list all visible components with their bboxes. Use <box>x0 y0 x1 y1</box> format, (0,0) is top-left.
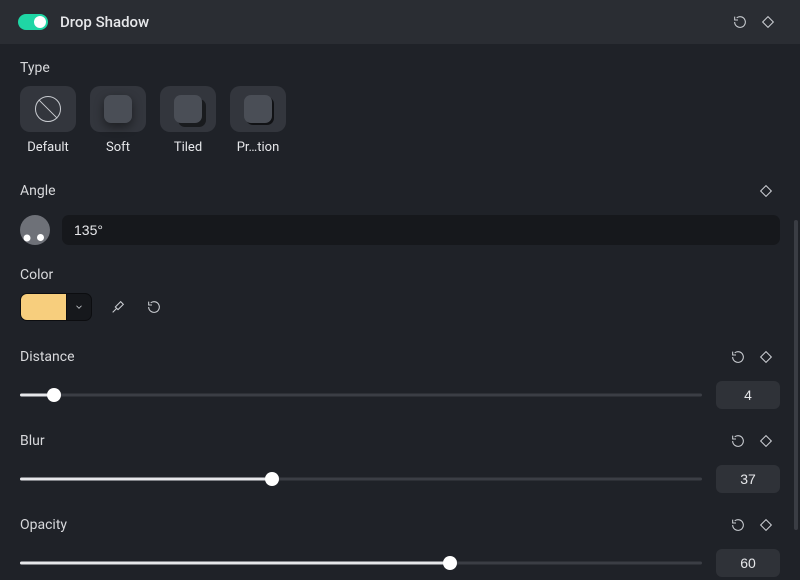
blur-slider[interactable] <box>20 471 702 487</box>
type-thumb-projection <box>230 86 286 132</box>
panel-header: Drop Shadow <box>0 0 800 44</box>
panel-title: Drop Shadow <box>60 13 149 31</box>
color-label: Color <box>20 267 780 283</box>
opacity-value-input[interactable] <box>716 549 780 577</box>
type-option-label: Default <box>27 140 69 155</box>
opacity-section: Opacity <box>20 511 780 577</box>
angle-input[interactable] <box>62 215 780 245</box>
type-thumb-soft <box>90 86 146 132</box>
blur-label: Blur <box>20 433 45 449</box>
type-label: Type <box>20 60 780 76</box>
reset-distance-icon[interactable] <box>724 343 752 371</box>
reset-color-icon[interactable] <box>144 297 164 317</box>
enable-toggle[interactable] <box>18 14 48 30</box>
opacity-thumb[interactable] <box>443 556 457 570</box>
reset-opacity-icon[interactable] <box>724 511 752 539</box>
type-option-projection[interactable]: Pr…tion <box>230 86 286 155</box>
distance-thumb[interactable] <box>47 388 61 402</box>
opacity-track-fill <box>20 562 450 565</box>
distance-section: Distance <box>20 343 780 409</box>
color-dropdown-caret[interactable] <box>67 294 91 320</box>
type-thumb-default <box>20 86 76 132</box>
type-option-label: Pr…tion <box>237 140 280 155</box>
color-swatch-group <box>20 293 92 321</box>
eyedropper-icon[interactable] <box>108 297 128 317</box>
blur-track-fill <box>20 478 272 481</box>
angle-section: Angle <box>20 177 780 245</box>
type-option-label: Soft <box>106 140 130 155</box>
type-section: Type Default Soft Tiled <box>20 60 780 155</box>
opacity-slider[interactable] <box>20 555 702 571</box>
type-option-label: Tiled <box>174 140 202 155</box>
distance-value-input[interactable] <box>716 381 780 409</box>
keyframe-angle-icon[interactable] <box>752 177 780 205</box>
distance-label: Distance <box>20 349 75 365</box>
angle-dial[interactable] <box>20 215 50 245</box>
keyframe-panel-icon[interactable] <box>754 8 782 36</box>
color-section: Color <box>20 267 780 321</box>
type-option-soft[interactable]: Soft <box>90 86 146 155</box>
reset-blur-icon[interactable] <box>724 427 752 455</box>
blur-value-input[interactable] <box>716 465 780 493</box>
color-swatch[interactable] <box>21 294 67 320</box>
blur-section: Blur <box>20 427 780 493</box>
distance-slider[interactable] <box>20 387 702 403</box>
no-shadow-icon <box>35 96 61 122</box>
keyframe-distance-icon[interactable] <box>752 343 780 371</box>
opacity-label: Opacity <box>20 517 67 533</box>
angle-label-text: Angle <box>20 183 56 199</box>
type-thumb-tiled <box>160 86 216 132</box>
angle-label: Angle <box>20 177 780 205</box>
reset-panel-icon[interactable] <box>726 8 754 36</box>
scrollbar[interactable] <box>794 220 798 530</box>
blur-thumb[interactable] <box>265 472 279 486</box>
keyframe-blur-icon[interactable] <box>752 427 780 455</box>
type-option-tiled[interactable]: Tiled <box>160 86 216 155</box>
keyframe-opacity-icon[interactable] <box>752 511 780 539</box>
type-option-default[interactable]: Default <box>20 86 76 155</box>
type-options: Default Soft Tiled Pr…tion <box>20 86 780 155</box>
